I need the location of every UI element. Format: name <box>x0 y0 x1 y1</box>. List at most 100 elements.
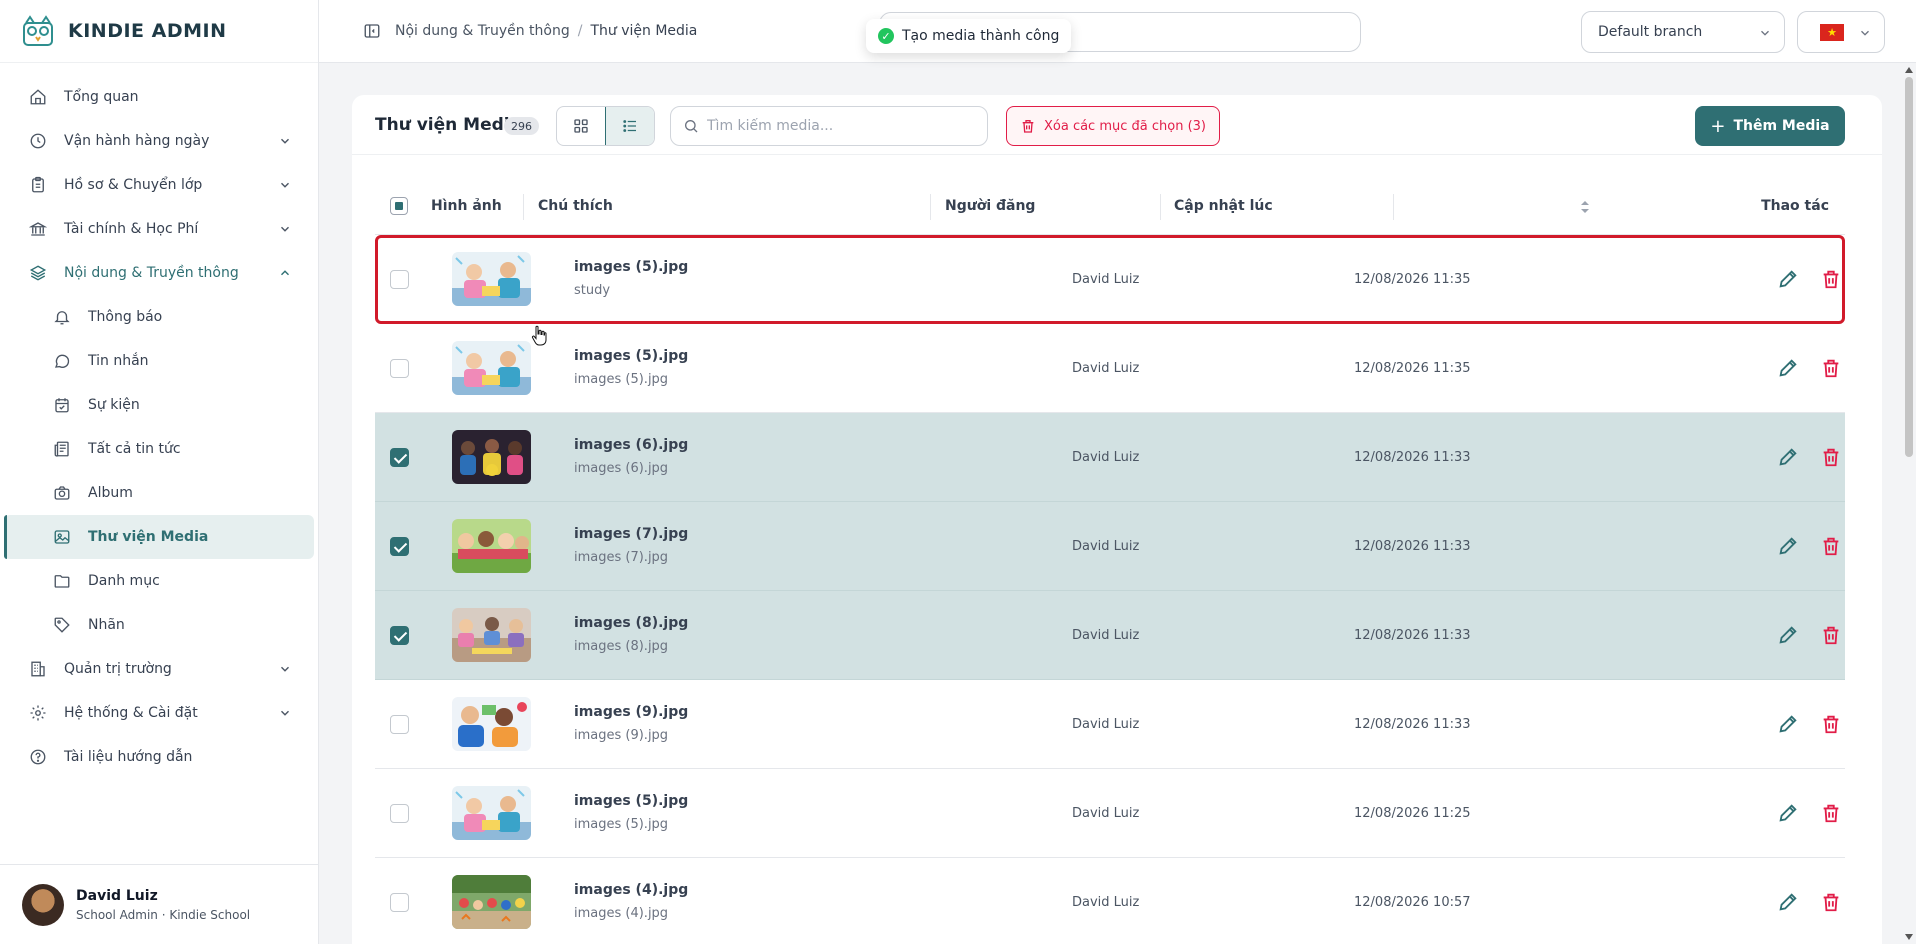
plus-icon: + <box>1710 115 1726 137</box>
sidebar-item-daily-operations[interactable]: Vận hành hàng ngày <box>0 119 318 163</box>
sidebar-subitem-messages[interactable]: Tin nhắn <box>0 339 318 383</box>
image-icon <box>52 527 72 547</box>
media-caption: images (9).jpg <box>574 728 669 743</box>
media-thumbnail[interactable] <box>452 341 531 395</box>
edit-pencil-icon[interactable] <box>1777 802 1799 824</box>
sidebar-item-content-media[interactable]: Nội dung & Truyền thông <box>0 251 318 295</box>
edit-pencil-icon[interactable] <box>1777 268 1799 290</box>
media-filename: images (5).jpg <box>574 348 689 364</box>
sidebar-subitem-tags[interactable]: Nhãn <box>0 603 318 647</box>
add-media-button[interactable]: + Thêm Media <box>1695 106 1845 146</box>
sidebar-item-school-admin[interactable]: Quản trị trường <box>0 647 318 691</box>
row-checkbox[interactable] <box>390 537 409 556</box>
breadcrumb-parent[interactable]: Nội dung & Truyền thông <box>395 23 570 39</box>
edit-pencil-icon[interactable] <box>1777 357 1799 379</box>
sidebar-item-overview[interactable]: Tổng quan <box>0 75 318 119</box>
table-row[interactable]: images (5).jpg images (5).jpg David Luiz… <box>375 324 1845 413</box>
row-checkbox[interactable] <box>390 804 409 823</box>
sidebar-subitem-notifications[interactable]: Thông báo <box>0 295 318 339</box>
delete-trash-icon[interactable] <box>1820 624 1842 646</box>
sidebar-item-docs[interactable]: Tài liệu hướng dẫn <box>0 735 318 779</box>
row-checkbox[interactable] <box>390 448 409 467</box>
edit-pencil-icon[interactable] <box>1777 624 1799 646</box>
table-row[interactable]: images (5).jpg images (5).jpg David Luiz… <box>375 769 1845 858</box>
column-divider <box>930 194 931 220</box>
media-thumbnail[interactable] <box>452 519 531 573</box>
sidebar-subitem-events[interactable]: Sự kiện <box>0 383 318 427</box>
page-scrollbar[interactable] <box>1902 63 1916 944</box>
delete-trash-icon[interactable] <box>1820 713 1842 735</box>
delete-trash-icon[interactable] <box>1820 535 1842 557</box>
table-row[interactable]: images (4).jpg images (4).jpg David Luiz… <box>375 858 1845 944</box>
column-header-updated[interactable]: Cập nhật lúc <box>1174 198 1273 214</box>
edit-pencil-icon[interactable] <box>1777 713 1799 735</box>
trash-icon <box>1022 120 1034 133</box>
sidebar-subitem-label: Thư viện Media <box>88 529 209 545</box>
sidebar-subitem-label: Tất cả tin tức <box>88 441 181 457</box>
row-checkbox[interactable] <box>390 359 409 378</box>
media-thumbnail[interactable] <box>452 608 531 662</box>
sort-icon[interactable] <box>1580 200 1590 214</box>
media-caption: images (6).jpg <box>574 461 669 476</box>
edit-pencil-icon[interactable] <box>1777 891 1799 913</box>
sidebar-subitem-media-library[interactable]: Thư viện Media <box>4 515 314 559</box>
media-thumbnail[interactable] <box>452 697 531 751</box>
table-row[interactable]: images (9).jpg images (9).jpg David Luiz… <box>375 680 1845 769</box>
row-checkbox[interactable] <box>390 626 409 645</box>
sidebar-subitem-album[interactable]: Album <box>0 471 318 515</box>
sidebar-subitem-all-news[interactable]: Tất cả tin tức <box>0 427 318 471</box>
table-row[interactable]: images (7).jpg images (7).jpg David Luiz… <box>375 502 1845 591</box>
column-divider <box>523 194 524 220</box>
branch-select[interactable]: Default branch <box>1581 11 1785 53</box>
user-name: David Luiz <box>76 887 158 904</box>
grid-view-button[interactable] <box>557 107 605 145</box>
column-header-author: Người đăng <box>945 198 1036 214</box>
scroll-down-icon[interactable] <box>1905 934 1913 940</box>
select-all-checkbox[interactable] <box>390 197 408 215</box>
media-thumbnail[interactable] <box>452 786 531 840</box>
row-checkbox[interactable] <box>390 893 409 912</box>
table-row[interactable]: images (6).jpg images (6).jpg David Luiz… <box>375 413 1845 502</box>
table-header: Hình ảnh Chú thích Người đăng Cập nhật l… <box>375 180 1845 235</box>
edit-pencil-icon[interactable] <box>1777 446 1799 468</box>
chevron-down-icon <box>1761 30 1769 36</box>
media-caption: images (5).jpg <box>574 372 669 387</box>
media-thumbnail[interactable] <box>452 430 531 484</box>
sidebar-item-records[interactable]: Hồ sơ & Chuyển lớp <box>0 163 318 207</box>
row-checkbox[interactable] <box>390 270 409 289</box>
mouse-pointer-icon <box>531 325 547 346</box>
scroll-up-icon[interactable] <box>1905 67 1913 73</box>
delete-trash-icon[interactable] <box>1820 802 1842 824</box>
check-circle-icon: ✓ <box>878 28 894 44</box>
bank-icon <box>28 219 48 239</box>
add-media-label: Thêm Media <box>1733 118 1830 134</box>
edit-pencil-icon[interactable] <box>1777 535 1799 557</box>
delete-trash-icon[interactable] <box>1820 357 1842 379</box>
scrollbar-thumb[interactable] <box>1905 77 1913 457</box>
sidebar-toggle-icon[interactable] <box>363 22 381 40</box>
media-thumbnail[interactable] <box>452 875 531 929</box>
user-role: School Admin · Kindie School <box>76 907 251 922</box>
media-thumbnail[interactable] <box>452 252 531 306</box>
delete-trash-icon[interactable] <box>1820 891 1842 913</box>
table-row[interactable]: images (8).jpg images (8).jpg David Luiz… <box>375 591 1845 680</box>
media-caption: images (5).jpg <box>574 817 669 832</box>
row-checkbox[interactable] <box>390 715 409 734</box>
table-row[interactable]: images (5).jpg study David Luiz 12/08/20… <box>375 235 1845 324</box>
clipboard-icon <box>28 175 48 195</box>
sidebar-item-label: Tổng quan <box>64 89 139 105</box>
media-search-input[interactable] <box>707 118 967 134</box>
language-select[interactable]: ★ <box>1797 11 1885 53</box>
delete-selected-button[interactable]: Xóa các mục đã chọn (3) <box>1006 106 1220 146</box>
delete-trash-icon[interactable] <box>1820 268 1842 290</box>
list-view-button[interactable] <box>605 107 654 145</box>
sidebar-subitem-label: Tin nhắn <box>88 353 149 369</box>
column-header-caption: Chú thích <box>538 198 613 214</box>
brand[interactable]: KINDIE ADMIN <box>0 0 318 63</box>
delete-trash-icon[interactable] <box>1820 446 1842 468</box>
sidebar-subitem-categories[interactable]: Danh mục <box>0 559 318 603</box>
sidebar-item-system-settings[interactable]: Hệ thống & Cài đặt <box>0 691 318 735</box>
user-profile[interactable]: David Luiz School Admin · Kindie School <box>0 864 319 944</box>
sidebar-item-finance[interactable]: Tài chính & Học Phí <box>0 207 318 251</box>
media-author: David Luiz <box>1072 539 1140 554</box>
